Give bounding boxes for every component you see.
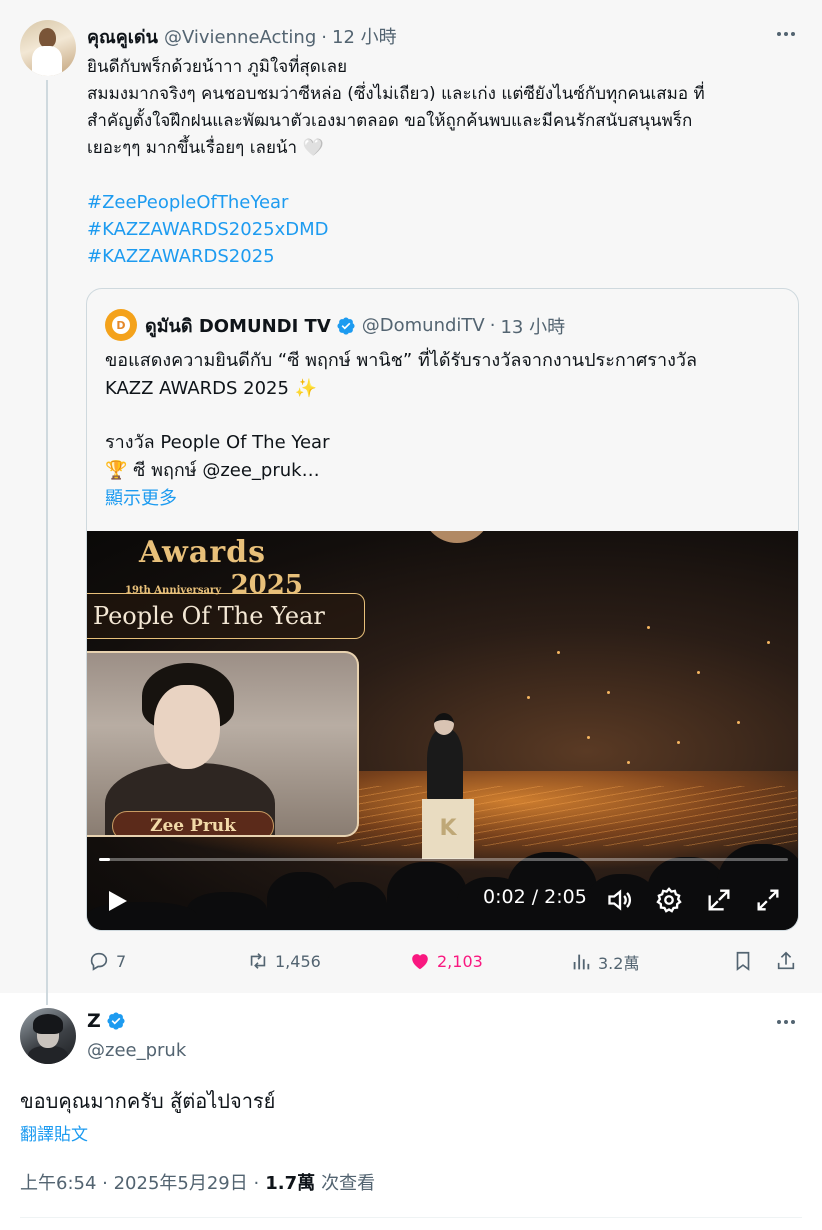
reply-count: 7	[116, 951, 127, 971]
parent-tweet-time[interactable]: 12 小時	[332, 23, 397, 49]
repost-count: 1,456	[275, 951, 321, 971]
hashtag-link[interactable]: #ZeePeopleOfTheYear	[87, 189, 329, 216]
video-player[interactable]: Awards 19th Anniversary 2025 People Of T…	[87, 531, 798, 930]
parent-text-line: ยินดีกับพร็กด้วยน้าาา ภูมิใจที่สุดเลย	[87, 57, 348, 77]
show-more-link[interactable]: 顯示更多	[105, 485, 697, 513]
parent-tweet-text: ยินดีกับพร็กด้วยน้าาา ภูมิใจที่สุดเลย สม…	[87, 54, 802, 162]
pop-out-icon[interactable]	[705, 886, 733, 914]
translate-post-link[interactable]: 翻譯貼文	[20, 1120, 88, 1145]
winner-screen: Zee Pruk	[87, 651, 359, 837]
video-controls: 0:02 / 2:05	[87, 872, 798, 928]
bookmark-icon	[736, 951, 750, 971]
parent-author-name[interactable]: คุณคูเด่น	[87, 22, 158, 51]
views-count: 3.2萬	[598, 954, 640, 973]
settings-gear-icon[interactable]	[655, 886, 683, 914]
quote-author-row: ดูมันดิ DOMUNDI TV @DomundiTV · 13 小時	[145, 311, 565, 340]
presenter-head	[434, 713, 454, 735]
reply-author-handle[interactable]: @zee_pruk	[87, 1040, 186, 1061]
like-count: 2,103	[437, 951, 483, 971]
quote-author-name[interactable]: ดูมันดิ DOMUNDI TV	[145, 311, 331, 340]
reply-author-name[interactable]: Z	[87, 1010, 101, 1032]
quote-author-handle[interactable]: @DomundiTV	[362, 315, 485, 336]
analytics-icon	[573, 954, 590, 970]
repost-icon	[250, 953, 266, 969]
video-progress-bar[interactable]	[99, 858, 788, 861]
reply-icon	[90, 952, 108, 971]
quote-text: ขอแสดงความยินดีกับ “ซี พฤกษ์ พานิช” ที่ไ…	[105, 347, 697, 513]
logo-word: Awards	[139, 535, 266, 570]
parent-more-options-icon[interactable]	[772, 24, 800, 44]
quote-text-line: KAZZ AWARDS 2025 ✨	[105, 378, 318, 399]
award-banner: People Of The Year	[87, 593, 365, 639]
like-button[interactable]: 2,103	[409, 950, 483, 972]
share-icon	[777, 951, 795, 970]
share-button[interactable]	[775, 950, 797, 972]
awards-logo: Awards 19th Anniversary 2025	[125, 535, 303, 600]
play-icon[interactable]	[105, 888, 129, 914]
parent-text-line: สมมงมากจริงๆ คนชอบชมว่าซีหล่อ (ซึ่งไม่เถ…	[87, 84, 705, 104]
quoted-tweet[interactable]: D ดูมันดิ DOMUNDI TV @DomundiTV · 13 小時 …	[86, 288, 799, 931]
reply-meta-row: 上午6:54 · 2025年5月29日 · 1.7萬 次查看	[20, 1169, 375, 1195]
quote-text-line: รางวัล People Of The Year	[105, 432, 330, 453]
reply-more-options-icon[interactable]	[772, 1012, 800, 1032]
repost-button[interactable]: 1,456	[247, 950, 321, 972]
reply-views-count: 1.7萬	[265, 1173, 316, 1194]
divider	[20, 1217, 802, 1218]
hashtag-list: #ZeePeopleOfTheYear #KAZZAWARDS2025xDMD …	[87, 189, 329, 270]
parent-author-avatar[interactable]	[20, 20, 76, 76]
thread-line	[46, 80, 48, 1005]
reply-button[interactable]: 7	[88, 950, 126, 972]
quote-text-line: 🏆 ซี พฤกษ์ @zee_pruk…	[105, 460, 320, 481]
parent-author-handle[interactable]: @VivienneActing	[164, 27, 316, 48]
parent-text-line: สำคัญตั้งใจฝึกฝนและพัฒนาตัวเองมาตลอด ขอใ…	[87, 111, 693, 131]
quote-text-line: ขอแสดงความยินดีกับ “ซี พฤกษ์ พานิช” ที่ไ…	[105, 350, 697, 371]
presenter-figure	[427, 729, 463, 804]
video-progress-fill	[99, 858, 111, 861]
reply-author-avatar[interactable]	[20, 1008, 76, 1064]
views-button[interactable]: 3.2萬	[570, 950, 639, 974]
separator-dot: ·	[489, 315, 496, 336]
reply-timestamp[interactable]: 上午6:54 · 2025年5月29日 ·	[20, 1169, 259, 1195]
reply-tweet-text: ขอบคุณมากครับ สู้ต่อไปจารย์	[20, 1089, 276, 1113]
quote-tweet-time[interactable]: 13 小時	[500, 313, 565, 339]
parent-action-bar: 7 1,456 2,103 3.2萬	[0, 950, 822, 978]
bookmark-button[interactable]	[732, 950, 754, 972]
hashtag-link[interactable]: #KAZZAWARDS2025	[87, 243, 329, 270]
fullscreen-icon[interactable]	[754, 886, 782, 914]
quote-avatar-letter: D	[112, 316, 130, 334]
verified-badge-icon	[337, 316, 355, 335]
stage-light	[422, 531, 492, 543]
parent-author-row: คุณคูเด่น @VivienneActing · 12 小時	[87, 22, 397, 51]
hashtag-link[interactable]: #KAZZAWARDS2025xDMD	[87, 216, 329, 243]
reply-views-label: 次查看	[321, 1173, 376, 1194]
verified-badge-icon	[107, 1012, 125, 1030]
parent-text-line: เยอะๆๆ มากขึ้นเรื่อยๆ เลยน้า 🤍	[87, 138, 324, 158]
quote-author-avatar[interactable]: D	[105, 309, 137, 341]
video-time: 0:02 / 2:05	[483, 886, 587, 908]
parent-tweet[interactable]: คุณคูเด่น @VivienneActing · 12 小時 ยินดีก…	[0, 0, 822, 1005]
reply-author-row: Z	[87, 1010, 126, 1032]
volume-icon[interactable]	[606, 886, 634, 914]
separator-dot: ·	[321, 27, 327, 48]
heart-filled-icon	[412, 954, 428, 970]
